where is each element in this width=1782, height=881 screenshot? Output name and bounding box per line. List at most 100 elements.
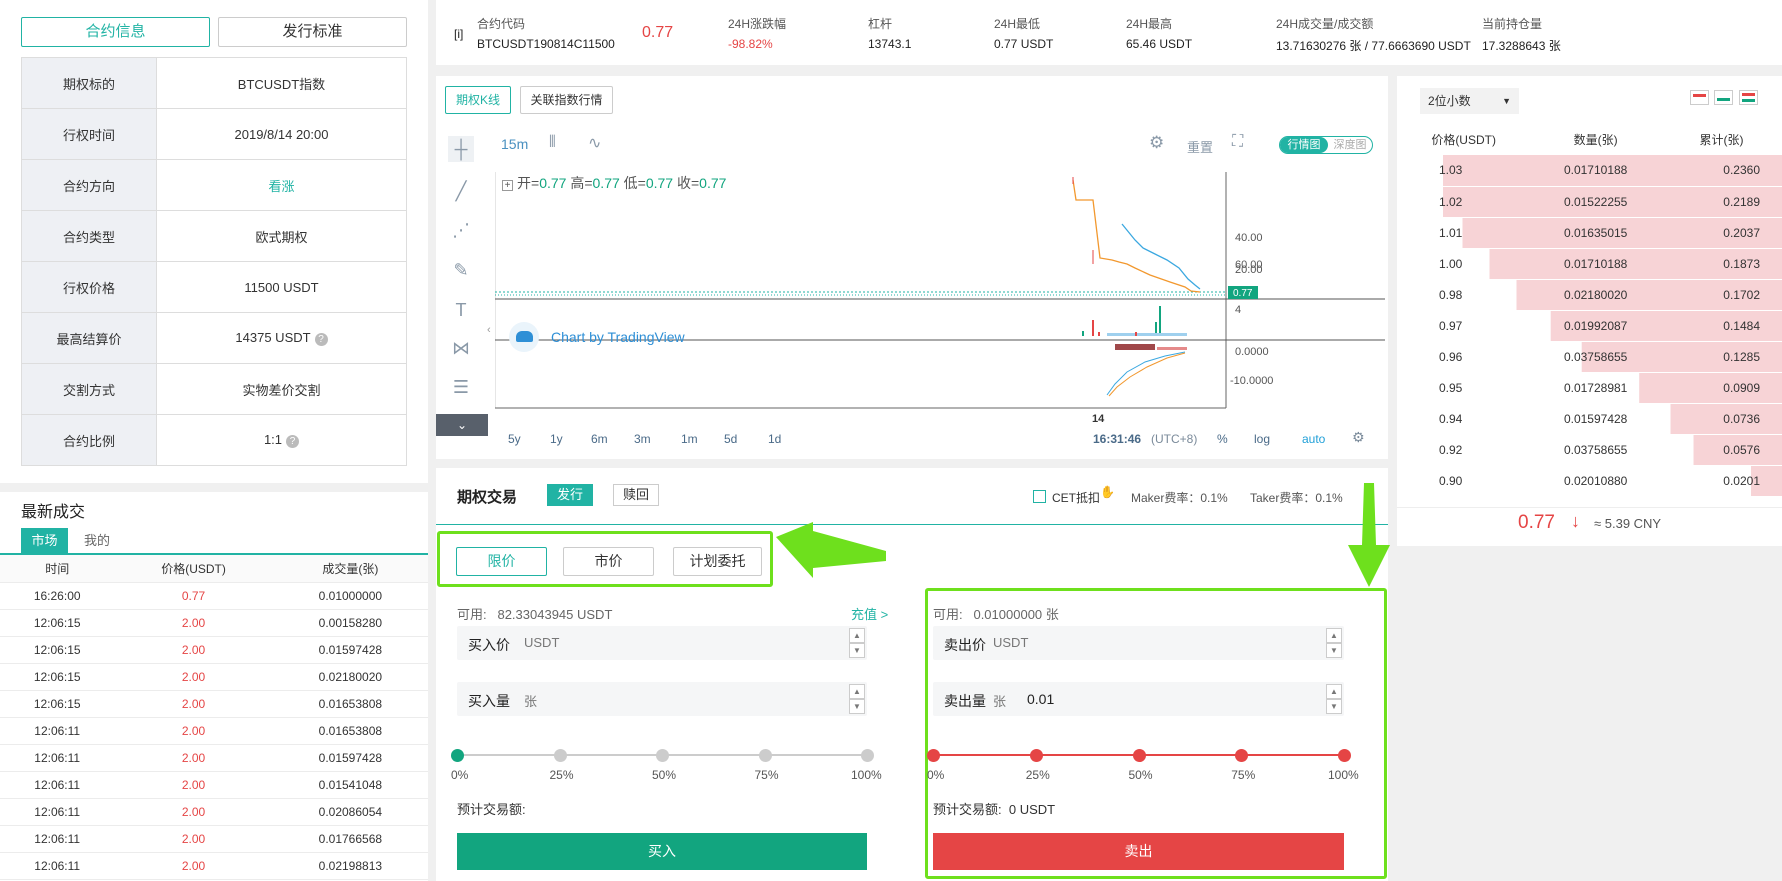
sell-qty-down-icon[interactable]: ▼	[1326, 699, 1342, 714]
buy-price-field[interactable]: 买入价 USDT ▲ ▼	[457, 626, 867, 660]
sell-button[interactable]: 卖出	[933, 833, 1344, 870]
reset-button[interactable]: 重置	[1187, 137, 1213, 156]
tab-kline-view[interactable]: 行情图	[1280, 137, 1328, 153]
log-toggle[interactable]: log	[1254, 432, 1270, 446]
help-icon[interactable]: ?	[286, 434, 300, 448]
slider-stop[interactable]	[656, 749, 669, 762]
chart-settings-icon[interactable]: ⚙	[1352, 429, 1365, 446]
collapse-tools-icon[interactable]: ⌄	[436, 414, 488, 436]
both-sides-icon[interactable]	[1739, 90, 1758, 105]
tab-mine[interactable]: 我的	[84, 528, 110, 554]
sell-price-up-icon[interactable]: ▲	[1326, 628, 1342, 643]
text-tool-icon[interactable]: T	[448, 297, 474, 323]
order-type-plan[interactable]: 计划委托	[673, 547, 762, 576]
asks-only-icon[interactable]	[1690, 90, 1709, 105]
sell-price-field[interactable]: 卖出价 USDT ▲ ▼	[933, 626, 1344, 660]
range-5d[interactable]: 5d	[724, 432, 737, 446]
auto-toggle[interactable]: auto	[1302, 432, 1325, 446]
sell-price-down-icon[interactable]: ▼	[1326, 643, 1342, 658]
hide-panel-icon[interactable]: ‹	[487, 324, 491, 336]
range-6m[interactable]: 6m	[591, 432, 608, 446]
book-row[interactable]: 0.96 0.03758655 0.1285	[1397, 341, 1782, 372]
sell-qty-value[interactable]: 0.01	[1027, 691, 1054, 707]
order-type-limit[interactable]: 限价	[456, 547, 547, 576]
book-row[interactable]: 0.92 0.03758655 0.0576	[1397, 434, 1782, 465]
slider-stop[interactable]	[927, 749, 940, 762]
buy-qty-up-icon[interactable]: ▲	[849, 684, 865, 699]
cet-checkbox[interactable]	[1033, 490, 1046, 503]
tab-depth-view[interactable]: 深度图	[1328, 137, 1372, 153]
sell-qty-up-icon[interactable]: ▲	[1326, 684, 1342, 699]
tab-redeem[interactable]: 赎回	[613, 484, 659, 506]
slider-stop[interactable]	[553, 749, 567, 762]
buy-estimate: 预计交易额:	[457, 799, 526, 818]
decimals-select[interactable]: 2位小数 ▼	[1420, 88, 1519, 114]
info-key: 交割方式	[21, 363, 157, 415]
book-row[interactable]: 0.90 0.02010880 0.0201	[1397, 465, 1782, 496]
buy-price-up-icon[interactable]: ▲	[849, 628, 865, 643]
book-row[interactable]: 1.01 0.01635015 0.2037	[1397, 217, 1782, 248]
buy-qty-label: 买入量	[468, 693, 510, 709]
order-type-market[interactable]: 市价	[563, 547, 654, 576]
range-1d[interactable]: 1d	[768, 432, 781, 446]
book-row[interactable]: 0.95 0.01728981 0.0909	[1397, 372, 1782, 403]
tradingview-watermark[interactable]: Chart by TradingView	[551, 329, 685, 345]
indicator-icon[interactable]: ∿	[588, 133, 601, 153]
book-row[interactable]: 1.00 0.01710188 0.1873	[1397, 248, 1782, 279]
interval-select[interactable]: 15m	[501, 136, 528, 152]
buy-qty-field[interactable]: 买入量 张 ▲ ▼	[457, 682, 867, 716]
trade-price: 2.00	[114, 744, 273, 772]
measure-tool-icon[interactable]: ☰	[448, 374, 474, 400]
help-icon[interactable]: ?	[314, 332, 328, 346]
slider-stop[interactable]	[1132, 749, 1146, 762]
tab-market[interactable]: 市场	[21, 528, 68, 554]
tab-issue[interactable]: 发行	[547, 484, 593, 506]
book-row[interactable]: 0.94 0.01597428 0.0736	[1397, 403, 1782, 434]
range-3m[interactable]: 3m	[634, 432, 651, 446]
book-row[interactable]: 0.97 0.01992087 0.1484	[1397, 310, 1782, 341]
info-value: 1:1?	[156, 414, 407, 466]
trendline-tool-icon[interactable]: ╱	[448, 178, 474, 204]
candle-type-icon[interactable]: ⫴	[549, 134, 556, 152]
tab-issue-standard[interactable]: 发行标准	[218, 17, 407, 47]
fib-tool-icon[interactable]: ⋰	[448, 217, 474, 243]
slider-stop[interactable]	[451, 749, 464, 762]
sell-qty-field[interactable]: 卖出量 张 0.01 ▲ ▼	[933, 682, 1344, 716]
info-value-text: 11500 USDT	[244, 279, 319, 295]
buy-button[interactable]: 买入	[457, 833, 867, 870]
brush-tool-icon[interactable]: ✎	[448, 257, 474, 283]
info-key: 合约方向	[21, 159, 157, 211]
macd-histogram	[1115, 344, 1187, 350]
price-chart-svg[interactable]: 60.00 40.00 20.00 0.77 4 0.0000 -10.0000…	[495, 172, 1385, 422]
range-5y[interactable]: 5y	[508, 432, 521, 446]
range-1y[interactable]: 1y	[550, 432, 563, 446]
deposit-link[interactable]: 充值 >	[851, 604, 888, 623]
slider-stop[interactable]	[758, 749, 772, 762]
timezone[interactable]: (UTC+8)	[1151, 432, 1197, 446]
info-icon[interactable]: [i]	[454, 27, 463, 41]
pattern-tool-icon[interactable]: ⋈	[448, 335, 474, 361]
book-row[interactable]: 1.03 0.01710188 0.2360	[1397, 155, 1782, 186]
col-volume: 成交量(张)	[272, 555, 428, 583]
book-row[interactable]: 1.02 0.01522255 0.2189	[1397, 186, 1782, 217]
buy-qty-down-icon[interactable]: ▼	[849, 699, 865, 714]
buy-est-label: 预计交易额:	[457, 802, 526, 817]
book-row[interactable]: 0.98 0.02180020 0.1702	[1397, 279, 1782, 310]
fullscreen-icon[interactable]: ⛶	[1232, 133, 1243, 151]
book-qty: 0.01522255	[1563, 194, 1628, 209]
range-1m[interactable]: 1m	[681, 432, 698, 446]
tab-option-kline[interactable]: 期权K线	[445, 86, 511, 114]
slider-stop[interactable]	[1029, 749, 1043, 762]
tab-contract-info[interactable]: 合约信息	[21, 17, 210, 47]
slider-stop[interactable]	[861, 749, 874, 762]
tab-index-market[interactable]: 关联指数行情	[520, 86, 613, 114]
book-qty: 0.01710188	[1563, 163, 1628, 178]
gear-icon[interactable]: ⚙	[1149, 133, 1164, 153]
book-price: 1.03	[1438, 163, 1463, 178]
slider-stop[interactable]	[1338, 749, 1351, 762]
crosshair-tool-icon[interactable]: ┼	[448, 136, 474, 162]
buy-price-down-icon[interactable]: ▼	[849, 643, 865, 658]
bids-only-icon[interactable]	[1714, 90, 1733, 105]
percent-toggle[interactable]: %	[1217, 432, 1228, 446]
y-tick-40: 40.00	[1235, 232, 1263, 244]
